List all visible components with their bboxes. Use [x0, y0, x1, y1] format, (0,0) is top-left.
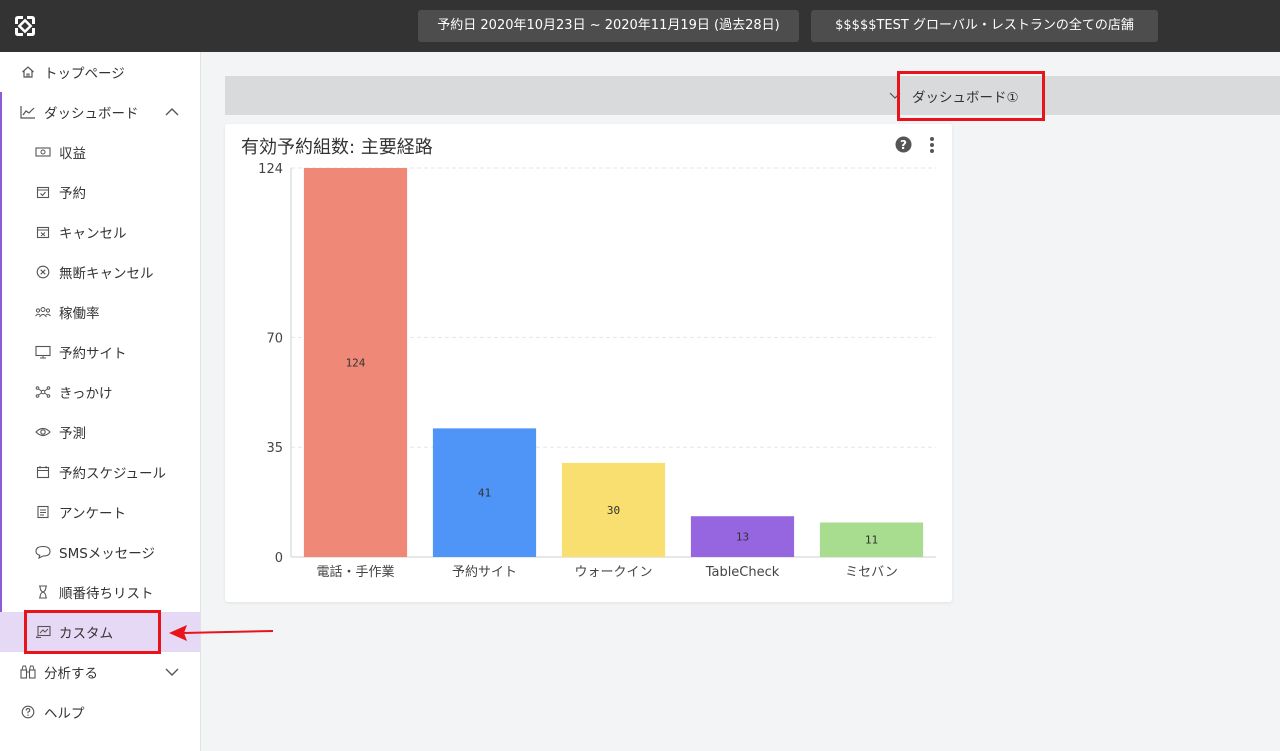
sidebar-item-label: SMSメッセージ — [59, 546, 156, 562]
annotation-arrow-icon — [169, 625, 274, 641]
y-tick-label: 0 — [275, 551, 283, 566]
sidebar-item-no-shows[interactable]: 無断キャンセル — [0, 252, 200, 292]
sidebar-item-label: アンケート — [59, 506, 126, 522]
data-label: 30 — [607, 504, 620, 517]
data-label: 124 — [346, 357, 366, 370]
sidebar-item-label: 順番待ちリスト — [59, 586, 154, 602]
chart-line-icon — [20, 104, 36, 120]
circle-x-icon — [35, 264, 51, 280]
sidebar-item-top-page[interactable]: トップページ — [0, 52, 200, 92]
sidebar-item-label: 予約サイト — [59, 346, 127, 362]
sidebar-item-label: 無断キャンセル — [59, 266, 154, 282]
sidebar-item-label: 分析する — [44, 666, 98, 682]
annotation-highlight-dashboard — [897, 71, 1045, 121]
top-bar: 予約日 2020年10月23日 ~ 2020年11月19日 (過去28日) $$… — [0, 0, 1280, 52]
bar-chart: 0 35 70 124 124 電話・手作業 41 予約サイト 30 ウォークイン 13 TableC… — [258, 162, 936, 580]
data-label: 11 — [865, 534, 878, 547]
sidebar-item-revenue[interactable]: 収益 — [0, 132, 200, 172]
sidebar-item-dashboard[interactable]: ダッシュボード — [0, 92, 200, 132]
document-icon — [35, 504, 51, 520]
x-tick-label: TableCheck — [705, 565, 780, 580]
app-logo-icon[interactable] — [12, 13, 38, 39]
x-tick-label: 電話・手作業 — [316, 564, 394, 580]
x-tick-label: ウォークイン — [574, 565, 652, 580]
x-tick-label: ミセバン — [845, 565, 898, 580]
binoculars-icon — [20, 664, 36, 680]
calendar-check-icon — [35, 184, 51, 200]
sidebar-item-forecast[interactable]: 予測 — [0, 412, 200, 452]
sidebar-item-label: 予約スケジュール — [59, 466, 167, 482]
eye-icon — [35, 424, 51, 440]
y-tick-label: 70 — [266, 331, 283, 346]
calendar-icon — [35, 464, 51, 480]
monitor-icon — [35, 344, 51, 360]
sidebar-item-label: 予測 — [59, 426, 86, 442]
sidebar-item-label: 稼働率 — [59, 306, 100, 322]
y-tick-label: 124 — [258, 162, 283, 177]
sidebar-item-analyze[interactable]: 分析する — [0, 652, 200, 692]
data-label: 41 — [478, 487, 491, 500]
calendar-x-icon — [35, 224, 51, 240]
sidebar-item-label: ヘルプ — [44, 706, 85, 722]
chevron-up-icon[interactable] — [164, 104, 180, 120]
date-range-button[interactable]: 予約日 2020年10月23日 ~ 2020年11月19日 (過去28日) — [418, 10, 799, 42]
sidebar-item-label: キャンセル — [59, 226, 127, 242]
dashboard-header-bar[interactable] — [225, 76, 1280, 115]
chevron-down-icon[interactable] — [164, 664, 180, 680]
sidebar-item-booking-sites[interactable]: 予約サイト — [0, 332, 200, 372]
sidebar-item-triggers[interactable]: きっかけ — [0, 372, 200, 412]
sidebar-item-survey[interactable]: アンケート — [0, 492, 200, 532]
sidebar-item-reservations[interactable]: 予約 — [0, 172, 200, 212]
people-icon — [35, 304, 51, 320]
hourglass-icon — [35, 584, 51, 600]
data-label: 13 — [736, 531, 749, 544]
store-selector-button[interactable]: $$$$$TEST グローバル・レストランの全ての店舗 — [811, 10, 1158, 42]
chat-bubble-icon — [35, 544, 51, 560]
sidebar-item-reservation-schedule[interactable]: 予約スケジュール — [0, 452, 200, 492]
sidebar-item-label: 収益 — [59, 146, 86, 162]
sidebar-item-waitlist[interactable]: 順番待ちリスト — [0, 572, 200, 612]
money-icon — [35, 144, 51, 160]
sidebar-item-cancellations[interactable]: キャンセル — [0, 212, 200, 252]
sidebar-item-label: ダッシュボード — [44, 106, 139, 122]
sidebar-item-label: きっかけ — [59, 386, 113, 402]
home-icon — [20, 64, 36, 80]
annotation-highlight-custom — [24, 610, 161, 654]
sidebar-item-help[interactable]: ヘルプ — [0, 692, 200, 732]
sidebar-item-sms[interactable]: SMSメッセージ — [0, 532, 200, 572]
question-circle-icon — [20, 704, 36, 720]
network-icon — [35, 384, 51, 400]
chart-card: 有効予約組数: 主要経路 ? 0 35 70 124 124 電話・手作業 41 予約サイト 3… — [225, 124, 952, 602]
sidebar-item-occupancy[interactable]: 稼働率 — [0, 292, 200, 332]
sidebar-item-label: トップページ — [44, 66, 125, 82]
x-tick-label: 予約サイト — [452, 565, 517, 580]
sidebar-item-label: 予約 — [59, 186, 86, 202]
y-tick-label: 35 — [266, 441, 283, 456]
